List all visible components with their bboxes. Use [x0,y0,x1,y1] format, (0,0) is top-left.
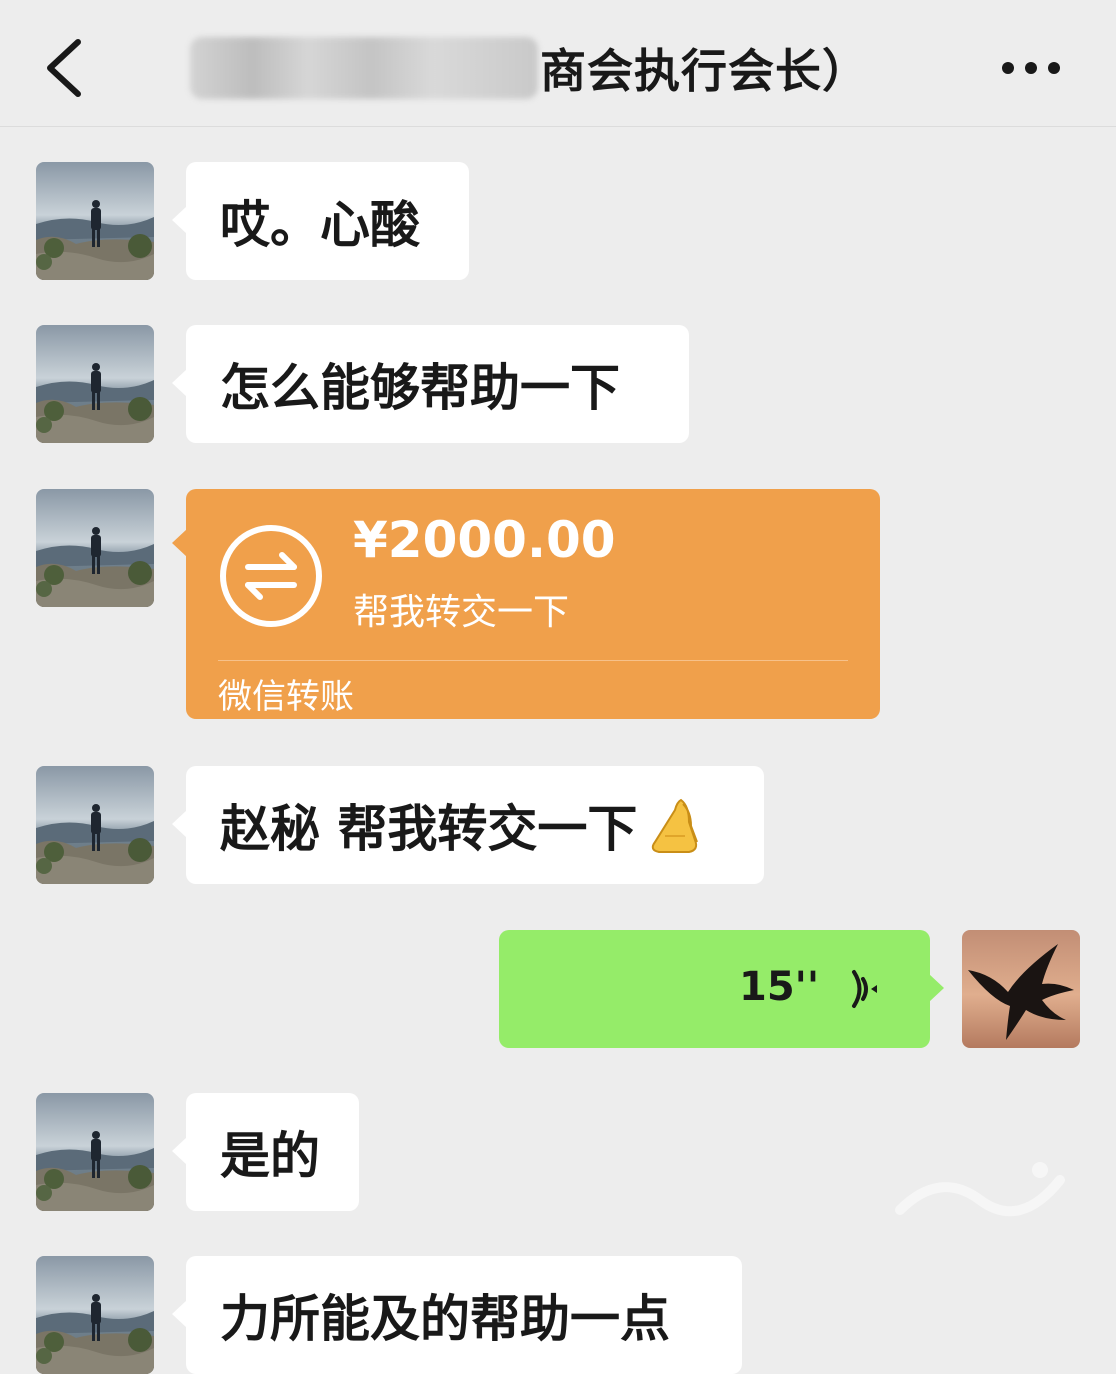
avatar[interactable] [36,489,154,607]
avatar[interactable] [36,766,154,884]
voice-message-bubble[interactable]: 15'' [499,930,944,1048]
message-bubble[interactable]: 哎。心酸 [172,162,469,280]
message-bubble[interactable]: 赵秘 帮我转交一下 [172,766,764,884]
message-text: 赵秘 帮我转交一下 [220,800,638,858]
more-dots-icon[interactable] [1000,58,1062,78]
chevron-left-icon[interactable] [38,36,90,100]
message-bubble[interactable]: 是的 [172,1093,359,1211]
message-bubble[interactable]: 怎么能够帮助一下 [172,325,689,443]
transfer-note: 帮我转交一下 [353,592,570,633]
message-text: 怎么能够帮助一下 [220,359,620,417]
transfer-amount: ¥2000.00 [353,511,616,569]
transfer-arrows-icon [220,525,322,627]
message-text: 哎。心酸 [220,196,420,254]
message-text: 力所能及的帮助一点 [220,1290,670,1348]
watermark-logo-icon [895,1162,1065,1217]
chat-header: 商会执行会长） [0,0,1116,127]
message-text: 是的 [220,1127,320,1185]
message-bubble[interactable]: 力所能及的帮助一点 [172,1256,742,1374]
divider [218,660,848,661]
voice-duration: 15'' [739,964,820,1010]
voice-wave-icon [852,970,877,1008]
avatar[interactable] [36,1093,154,1211]
chat-title-text: 商会执行会长） [540,44,869,98]
blurred-name-region [190,37,538,99]
pray-hands-icon [652,798,699,853]
avatar[interactable] [36,162,154,280]
chat-title: 商会执行会长） [190,30,869,106]
transfer-footer: 微信转账 [218,677,354,717]
avatar[interactable] [36,1256,154,1374]
avatar-self[interactable] [962,930,1080,1048]
transfer-card[interactable]: ¥2000.00 帮我转交一下 微信转账 [172,489,880,719]
avatar[interactable] [36,325,154,443]
